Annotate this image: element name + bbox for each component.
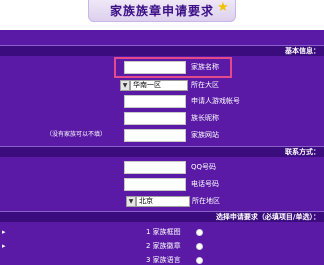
section-bar-basic: 基本信息： (0, 45, 324, 56)
area-select-arrow[interactable]: ▼ (126, 196, 136, 207)
requirement-label-1: 1 家族框图 (146, 228, 181, 236)
section-title-requirements: 选择申请要求（必填项目/单选）： (215, 213, 320, 221)
section-title-contact: 联系方式： (285, 148, 320, 156)
application-page: 家族族章申请要求 ★ 基本信息： 家族名称 ▼ 华南一区 所在大区 申请人游戏帐… (0, 0, 324, 265)
applicant-account-input[interactable] (124, 95, 186, 108)
section-title-basic: 基本信息： (285, 47, 320, 55)
star-icon: ★ (217, 0, 229, 15)
qq-number-label: QQ号码 (191, 163, 217, 171)
requirement-label-3: 3 家族语言 (146, 256, 181, 264)
qq-number-input[interactable] (124, 161, 186, 174)
header-ghost-text-left (4, 8, 64, 22)
section-bar-requirements: 选择申请要求（必填项目/单选）： (0, 211, 324, 222)
area-label: 所在地区 (192, 197, 220, 205)
requirement-radio-3[interactable] (196, 257, 203, 264)
phone-number-label: 电话号码 (191, 180, 219, 188)
family-website-label: 家族网站 (191, 131, 219, 139)
applicant-account-label: 申请人游戏帐号 (191, 97, 240, 105)
header-ghost-text-right (248, 8, 318, 22)
requirement-radio-2[interactable] (196, 243, 203, 250)
requirement-radio-1[interactable] (196, 229, 203, 236)
page-title: 家族族章申请要求 (109, 4, 214, 18)
chief-nickname-label: 族长昵称 (191, 114, 219, 122)
phone-number-input[interactable] (124, 178, 186, 191)
requirement-label-2: 2 家族徽章 (146, 242, 181, 250)
header-banner: 家族族章申请要求 ★ (0, 0, 324, 30)
region-select-arrow[interactable]: ▼ (120, 80, 130, 91)
family-name-input[interactable] (124, 61, 186, 74)
row-marker: ▸ (2, 242, 6, 250)
chief-nickname-input[interactable] (124, 112, 186, 125)
family-website-input[interactable] (124, 129, 186, 142)
row-marker: ▸ (2, 228, 6, 236)
area-select[interactable]: 北京 (136, 196, 190, 207)
region-select[interactable]: 华南一区 (130, 80, 188, 91)
region-label: 所在大区 (191, 81, 219, 89)
website-note: （没有家族可以不填） (46, 131, 107, 138)
family-name-label: 家族名称 (191, 63, 219, 71)
section-bar-contact: 联系方式： (0, 146, 324, 157)
